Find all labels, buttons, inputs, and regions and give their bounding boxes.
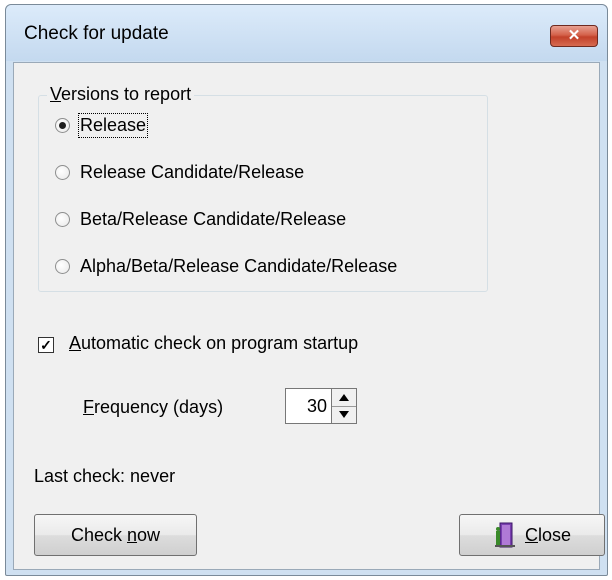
frequency-label-rest: requency (days) [94,397,224,417]
last-check-status: Last check: never [34,466,176,486]
dialog-window: Check for update ✕ Versions to report Re… [5,4,608,576]
arrow-down-icon[interactable] [332,406,356,423]
radio-label: Release [77,112,149,138]
radio-button[interactable] [55,258,70,274]
frequency-input[interactable]: 30 [285,388,331,424]
frequency-label: Frequency (days) [83,397,224,417]
close-button[interactable]: Close [459,514,605,556]
radio-beta[interactable]: Beta/Release Candidate/Release [55,206,346,232]
radio-label: Beta/Release Candidate/Release [80,208,347,229]
exit-door-icon [494,522,515,548]
auto-check-label-rest: utomatic check on program startup [81,333,359,353]
radio-alpha[interactable]: Alpha/Beta/Release Candidate/Release [55,253,397,279]
check-now-label: Check now [70,524,161,545]
radio-button[interactable] [55,117,70,133]
radio-label: Release Candidate/Release [80,161,305,182]
group-title: Versions to report [47,84,195,105]
close-label: Close [524,524,572,545]
group-title-rest: ersions to report [61,84,192,104]
radio-release-candidate[interactable]: Release Candidate/Release [55,159,304,185]
radio-release[interactable]: Release [55,112,149,138]
radio-label: Alpha/Beta/Release Candidate/Release [80,255,398,276]
arrow-up-icon[interactable] [332,389,356,407]
title-bar[interactable]: Check for update ✕ [6,5,607,61]
window-title: Check for update [24,23,169,44]
check-now-button[interactable]: Check now [34,514,197,556]
versions-group: Versions to report Release Release Candi… [38,84,488,292]
radio-button[interactable] [55,164,70,180]
radio-button[interactable] [55,211,70,227]
dialog-body: Versions to report Release Release Candi… [13,62,605,570]
close-icon[interactable]: ✕ [550,25,598,47]
frequency-stepper[interactable] [331,388,357,424]
auto-check-label[interactable]: Automatic check on program startup [69,333,358,354]
auto-check-checkbox[interactable]: ✓ [38,337,54,353]
